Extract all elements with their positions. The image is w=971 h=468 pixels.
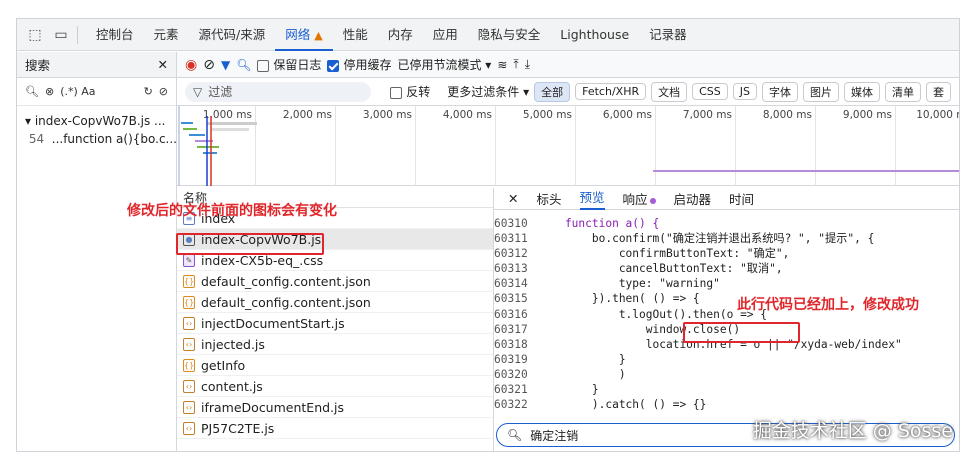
result-snippet: ...function a(){bo.c... <box>51 132 176 146</box>
search-icon: 🔍︎ <box>25 85 39 98</box>
disable-cache-checkbox[interactable]: 停用缓存 <box>327 56 391 73</box>
wifi-icon[interactable]: ≋ <box>497 58 507 72</box>
annotation-icon-change: 修改后的文件前面的图标会有变化 <box>127 203 337 219</box>
request-detail-panel: ✕ 标头 预览 响应 启动器 时间 60310 function a() { 6… <box>494 188 959 451</box>
tab-recorder[interactable]: 记录器 <box>639 19 697 51</box>
warning-icon: ▲ <box>314 28 323 42</box>
code-line: 60314 type: "warning" <box>494 277 720 291</box>
type-filter-doc[interactable]: 文档 <box>651 81 688 102</box>
download-icon[interactable]: ⤓ <box>525 57 530 72</box>
filter-bar: ▽ 过滤 反转 更多过滤条件 ▾ 全部 Fetch/XHR 文档 CSS JS … <box>177 78 959 106</box>
type-filter-js[interactable]: JS <box>732 83 757 100</box>
more-filters-dropdown[interactable]: 更多过滤条件 ▾ <box>447 83 529 100</box>
search-result[interactable]: ▾ index-CopvWo7B.js ... 54 ...function a… <box>17 106 176 154</box>
devtools-topbar: ⬚ ▭ 控制台 元素 源代码/来源 网络 ▲ 性能 内存 应用 隐私与安全 Li… <box>17 19 959 51</box>
type-filter-css[interactable]: CSS <box>692 83 728 100</box>
request-row[interactable]: ‹› PJ57C2TE.js <box>177 418 493 439</box>
script-icon: ‹› <box>183 400 195 414</box>
tab-network[interactable]: 网络 ▲ <box>275 19 333 51</box>
clear-icon[interactable]: ⊘ <box>159 85 168 98</box>
timeline-waterfall <box>178 106 959 186</box>
result-line-number: 54 <box>28 132 45 146</box>
request-row[interactable]: {} default_config.content.json <box>177 292 493 313</box>
request-list: 名称 ≡ index ● index-CopvWo7B.js ✎ index-CX5b… <box>177 188 494 451</box>
throttle-select[interactable]: 已停用节流模式 ▾ <box>397 56 491 73</box>
request-row[interactable]: ‹› injected.js <box>177 334 493 355</box>
tab-preview[interactable]: 预览 <box>579 188 605 210</box>
network-overview-timeline[interactable]: 1,000 ms 2,000 ms 3,000 ms 4,000 ms 5,00… <box>177 106 959 186</box>
tab-timing[interactable]: 时间 <box>729 189 754 208</box>
record-icon[interactable]: ◉ <box>185 57 197 73</box>
tab-sources[interactable]: 源代码/来源 <box>189 19 276 51</box>
filter-funnel-icon: ▽ <box>193 84 203 99</box>
script-icon: ‹› <box>183 379 195 393</box>
type-filter-manifest[interactable]: 清单 <box>885 81 921 102</box>
code-line: 60311 bo.confirm("确定注销并退出系统吗? ", "提示", { <box>494 232 875 246</box>
stylesheet-icon: ✎ <box>183 253 195 267</box>
request-row[interactable]: ‹› injectDocumentStart.js <box>177 313 493 334</box>
tab-lighthouse[interactable]: Lighthouse <box>550 19 639 51</box>
script-icon: ‹› <box>183 337 195 351</box>
code-line: 60320 ) <box>494 367 626 381</box>
tab-headers[interactable]: 标头 <box>536 189 561 208</box>
clear-log-icon[interactable]: ⊘ <box>203 57 215 73</box>
tab-response[interactable]: 响应 <box>623 189 656 208</box>
tab-privacy-security[interactable]: 隐私与安全 <box>468 19 551 51</box>
script-icon: ‹› <box>183 316 195 330</box>
network-toolbar: ◉ ⊘ ▼ 🔍︎ 保留日志 停用缓存 已停用节流模式 ▾ ≋ ⤒ ⤓ <box>177 52 959 78</box>
code-line: 60312 confirmButtonText: "确定", <box>494 247 790 261</box>
code-line: 60310 function a() { <box>494 217 660 230</box>
type-filter-more[interactable]: 套 <box>926 81 951 102</box>
tab-elements[interactable]: 元素 <box>144 19 189 51</box>
detail-tabs: ✕ 标头 预览 响应 启动器 时间 <box>494 188 959 210</box>
preserve-log-checkbox[interactable]: 保留日志 <box>257 56 321 73</box>
search-panel-header: 搜索 ✕ <box>17 52 176 78</box>
inspect-element-icon[interactable]: ⬚ <box>27 27 43 43</box>
invert-checkbox[interactable]: 反转 <box>390 83 430 100</box>
tab-console[interactable]: 控制台 <box>86 19 144 51</box>
clear-search-icon[interactable]: ⊗ <box>45 85 54 98</box>
highlight-box-added-line <box>683 322 800 343</box>
tab-application[interactable]: 应用 <box>423 19 468 51</box>
request-row[interactable]: ‹› content.js <box>177 376 493 397</box>
type-filter-img[interactable]: 图片 <box>803 81 839 102</box>
json-icon: {} <box>183 358 195 372</box>
search-icon[interactable]: 🔍︎ <box>236 58 251 72</box>
request-row[interactable]: {} getInfo <box>177 355 493 376</box>
annotation-line-added: 此行代码已经加上，修改成功 <box>737 297 919 313</box>
script-icon: ‹› <box>183 421 195 435</box>
result-file-name: index-CopvWo7B.js <box>34 114 151 128</box>
code-line: 60321 } <box>494 383 599 397</box>
device-toolbar-icon[interactable]: ▭ <box>53 27 69 43</box>
override-dot-icon <box>649 197 656 204</box>
upload-icon[interactable]: ⤒ <box>513 57 518 72</box>
request-row[interactable]: ‹› iframeDocumentEnd.js <box>177 397 493 418</box>
type-filter-fetch-xhr[interactable]: Fetch/XHR <box>575 83 647 100</box>
search-panel-title: 搜索 <box>25 58 51 73</box>
search-icon: 🔍︎ <box>507 428 523 442</box>
search-options-row: 🔍︎ ⊗ (.*) Aa ↻ ⊘ <box>17 78 176 106</box>
type-filter-font[interactable]: 字体 <box>762 81 798 102</box>
json-icon: {} <box>183 295 195 309</box>
json-icon: {} <box>183 274 195 288</box>
type-filter-all[interactable]: 全部 <box>534 81 571 102</box>
highlight-box-icon-change <box>176 233 324 255</box>
code-line: 60319 } <box>494 352 626 366</box>
close-detail-icon[interactable]: ✕ <box>508 191 518 206</box>
tab-initiator[interactable]: 启动器 <box>674 189 712 208</box>
filter-input[interactable]: ▽ 过滤 <box>185 81 372 102</box>
tab-memory[interactable]: 内存 <box>378 19 423 51</box>
request-row[interactable]: {} default_config.content.json <box>177 271 493 292</box>
tab-performance[interactable]: 性能 <box>333 19 378 51</box>
watermark: 掘金技术社区 @ Sosse <box>752 420 953 442</box>
close-icon[interactable]: ✕ <box>158 57 168 72</box>
refresh-icon[interactable]: ↻ <box>144 85 153 98</box>
type-filter-media[interactable]: 媒体 <box>844 81 880 102</box>
code-line: 60322 ).catch( () => {} <box>494 398 707 412</box>
devtools-window: ⬚ ▭ 控制台 元素 源代码/来源 网络 ▲ 性能 内存 应用 隐私与安全 Li… <box>16 18 960 452</box>
code-line: 60313 cancelButtonText: "取消", <box>494 262 783 276</box>
regex-case-options[interactable]: (.*) Aa <box>60 85 95 98</box>
search-panel: 搜索 ✕ 🔍︎ ⊗ (.*) Aa ↻ ⊘ ▾ index-CopvWo7B.j… <box>17 52 177 451</box>
filter-icon[interactable]: ▼ <box>221 58 230 72</box>
